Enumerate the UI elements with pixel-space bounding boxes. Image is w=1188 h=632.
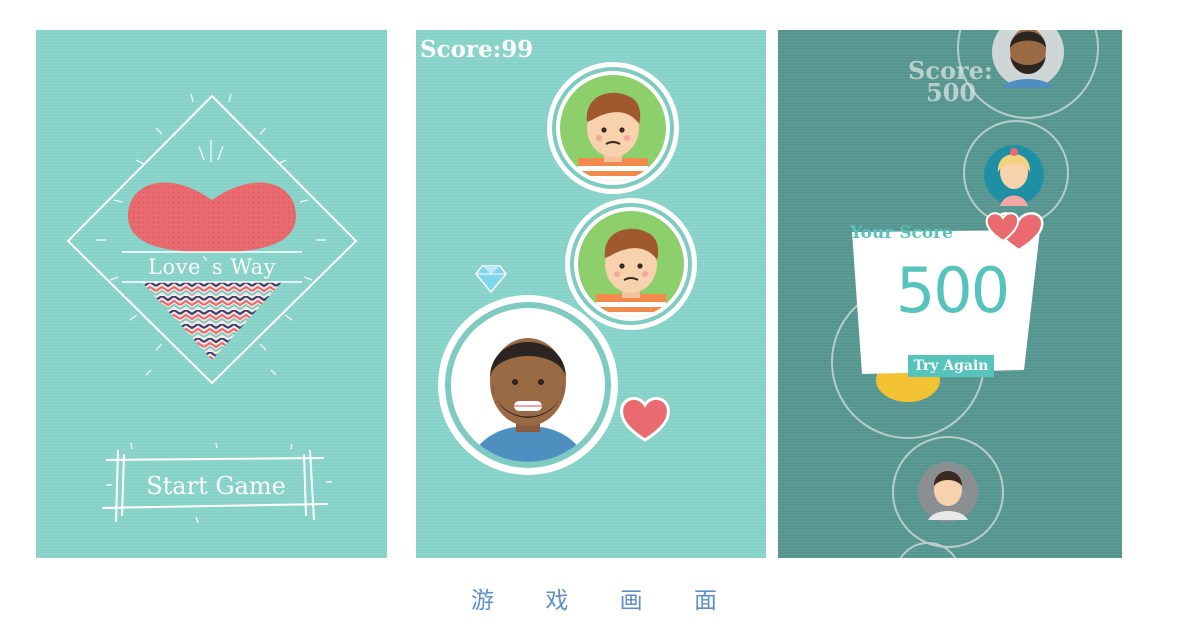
start-game-button[interactable]: Start Game bbox=[124, 468, 308, 504]
background-score-value: 500 bbox=[926, 78, 977, 107]
caption-char-3: 画 bbox=[619, 588, 643, 614]
try-again-button[interactable]: Try Again bbox=[908, 355, 994, 377]
score-display: Score:99 bbox=[420, 36, 534, 63]
player-avatar-man bbox=[438, 295, 618, 475]
logo-title: Love`s Way bbox=[148, 255, 276, 279]
logo-heart-pattern bbox=[142, 282, 282, 360]
logo-heart bbox=[128, 182, 296, 252]
avatar-small-girl bbox=[984, 145, 1044, 206]
avatar-small-man bbox=[992, 30, 1064, 88]
avatar-bubble-boy-1 bbox=[547, 62, 679, 194]
heart-icon bbox=[620, 396, 670, 442]
game-over-screen: Score: 500 Your Score 500 Try Again bbox=[778, 30, 1122, 558]
caption-char-4: 面 bbox=[693, 588, 717, 614]
avatar-bubble-boy-2 bbox=[565, 198, 697, 330]
diamond-icon bbox=[475, 265, 507, 294]
caption: 游 戏 画 面 bbox=[0, 581, 1188, 615]
start-screen: Love`s Way Start Game bbox=[36, 30, 387, 558]
gameplay-screen: Score:99 bbox=[416, 30, 766, 558]
caption-char-2: 戏 bbox=[545, 588, 569, 614]
card-title: Your Score bbox=[850, 223, 953, 243]
caption-char-1: 游 bbox=[471, 588, 495, 614]
card-score: 500 bbox=[895, 254, 1010, 327]
avatar-small-boy bbox=[918, 462, 978, 522]
gameplay-art bbox=[438, 62, 697, 475]
